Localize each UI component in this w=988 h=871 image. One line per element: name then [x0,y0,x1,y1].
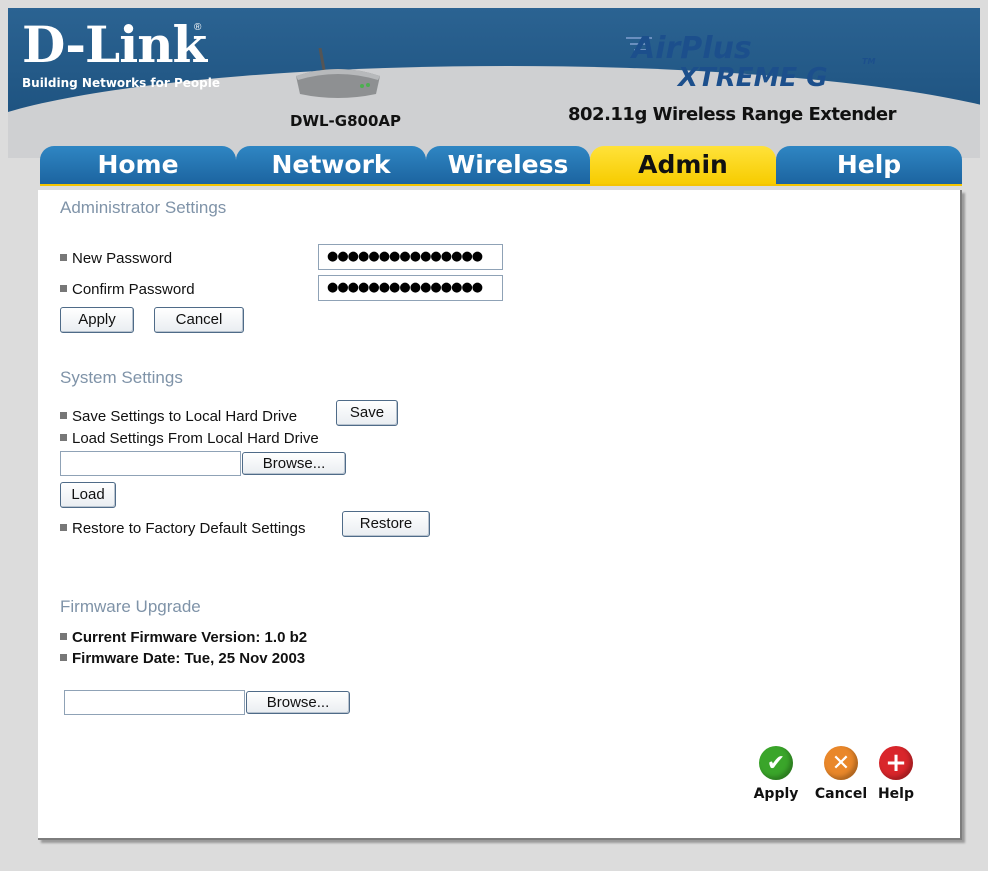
tab-help[interactable]: Help [776,146,962,184]
bullet-icon [60,254,67,261]
bullet-icon [60,434,67,441]
admin-apply-button[interactable]: Apply [60,307,134,333]
bullet-icon [60,633,67,640]
admin-settings-title: Administrator Settings [60,198,227,217]
tab-admin[interactable]: Admin [590,146,776,184]
load-settings-label: Load Settings From Local Hard Drive [60,430,319,447]
cancel-action-label: Cancel [814,786,868,802]
load-settings-file-field[interactable] [60,451,241,476]
header-banner: D-Link ® Building Networks for People DW… [8,8,980,158]
bullet-icon [60,285,67,292]
system-settings-title: System Settings [60,368,183,387]
main-nav-tabs: Home Network Wireless Admin Help [40,143,962,187]
restore-defaults-button[interactable]: Restore [342,511,430,537]
save-settings-label: Save Settings to Local Hard Drive [60,408,297,425]
admin-cancel-button[interactable]: Cancel [154,307,244,333]
confirm-password-label: Confirm Password [60,281,195,298]
bullet-icon [60,654,67,661]
help-action-label: Help [877,786,915,802]
help-action[interactable]: + Help [874,746,918,802]
check-icon: ✔ [759,746,793,780]
save-settings-button[interactable]: Save [336,400,398,426]
tab-home[interactable]: Home [40,146,236,184]
router-device-icon [296,48,380,98]
logo-tagline: Building Networks for People [22,76,220,90]
svg-text:XTREME G: XTREME G [676,63,828,92]
plus-icon: + [879,746,913,780]
apply-action[interactable]: ✔ Apply [748,746,804,802]
new-password-label: New Password [60,250,172,267]
apply-action-label: Apply [753,786,799,802]
registered-mark: ® [194,22,202,33]
new-password-field[interactable]: ●●●●●●●●●●●●●●● [318,244,503,270]
svg-text:TM: TM [862,57,875,66]
restore-defaults-label: Restore to Factory Default Settings [60,520,305,537]
firmware-upgrade-title: Firmware Upgrade [60,597,201,616]
firmware-date-text: Firmware Date: Tue, 25 Nov 2003 [60,650,305,667]
dlink-logo: D-Link [22,15,207,74]
firmware-version-text: Current Firmware Version: 1.0 b2 [60,629,307,646]
content-panel: Administrator Settings New Password ●●●●… [38,190,962,840]
tab-network[interactable]: Network [236,146,426,184]
svg-text:AirPlus: AirPlus [630,31,752,66]
bullet-icon [60,412,67,419]
firmware-file-field[interactable] [64,690,245,715]
cancel-action[interactable]: ✕ Cancel [808,746,874,802]
airplus-xtreme-g-logo: AirPlus XTREME G TM [626,31,875,92]
load-settings-button[interactable]: Load [60,482,116,508]
tab-wireless[interactable]: Wireless [426,146,590,184]
load-settings-browse-button[interactable]: Browse... [242,452,346,475]
product-subtitle: 802.11g Wireless Range Extender [568,104,896,125]
x-icon: ✕ [824,746,858,780]
confirm-password-field[interactable]: ●●●●●●●●●●●●●●● [318,275,503,301]
firmware-browse-button[interactable]: Browse... [246,691,350,714]
model-name: DWL-G800AP [290,112,402,130]
bullet-icon [60,524,67,531]
